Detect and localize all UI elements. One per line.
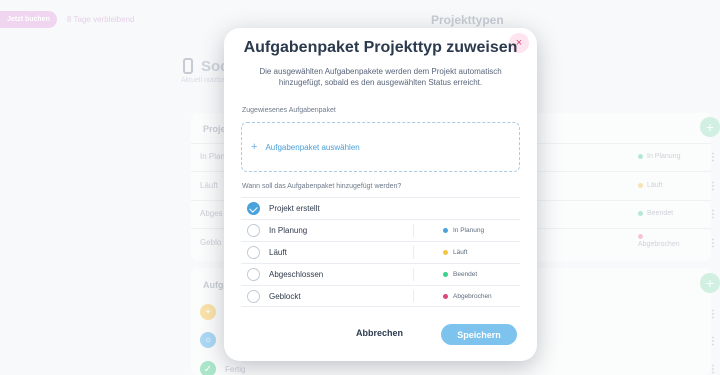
assign-task-package-dialog: × Aufgabenpaket Projekttyp zuweisen Die …: [224, 28, 537, 361]
select-package-text: Aufgabenpaket auswählen: [265, 142, 360, 152]
trigger-status-label: Wann soll das Aufgabenpaket hinzugefügt …: [242, 183, 402, 190]
status-option-in-planung[interactable]: In Planung In Planung: [241, 219, 520, 241]
status-option-label: Geblockt: [269, 291, 301, 301]
status-badge: Läuft: [443, 249, 467, 256]
status-dot-icon: [443, 250, 448, 255]
radio-icon[interactable]: [247, 246, 260, 259]
status-dot-icon: [443, 293, 448, 299]
radio-icon[interactable]: [247, 268, 260, 281]
status-option-abgeschlossen[interactable]: Abgeschlossen Beendet: [241, 263, 520, 285]
status-option-label: Projekt erstellt: [269, 204, 320, 213]
trigger-status-list: Projekt erstellt In Planung In Planung L…: [241, 197, 520, 307]
divider: [413, 224, 414, 237]
status-option-label: Läuft: [269, 248, 287, 257]
divider: [413, 290, 414, 302]
divider: [413, 246, 414, 259]
status-badge: Abgebrochen: [443, 293, 492, 300]
status-option-projekt-erstellt[interactable]: Projekt erstellt: [241, 197, 520, 219]
radio-icon[interactable]: [247, 224, 260, 237]
status-option-geblockt[interactable]: Geblockt Abgebrochen: [241, 285, 520, 307]
status-option-label: Abgeschlossen: [269, 270, 324, 279]
status-dot-icon: [443, 272, 448, 277]
plus-icon: +: [251, 141, 258, 153]
radio-checked-icon[interactable]: [247, 202, 260, 215]
assigned-package-label: Zugewiesenes Aufgabenpaket: [242, 107, 336, 114]
dialog-description: Die ausgewählten Aufgabenpakete werden d…: [259, 67, 502, 87]
status-option-label: In Planung: [269, 226, 308, 235]
status-dot-icon: [443, 228, 448, 233]
cancel-button[interactable]: Abbrechen: [356, 328, 403, 338]
divider: [413, 268, 414, 281]
radio-icon[interactable]: [247, 289, 260, 303]
select-package-dropzone[interactable]: + Aufgabenpaket auswählen: [241, 122, 520, 172]
save-button[interactable]: Speichern: [441, 324, 517, 345]
status-badge: In Planung: [443, 227, 484, 234]
status-option-laeuft[interactable]: Läuft Läuft: [241, 241, 520, 263]
status-badge: Beendet: [443, 271, 477, 278]
dialog-title: Aufgabenpaket Projekttyp zuweisen: [243, 39, 518, 56]
